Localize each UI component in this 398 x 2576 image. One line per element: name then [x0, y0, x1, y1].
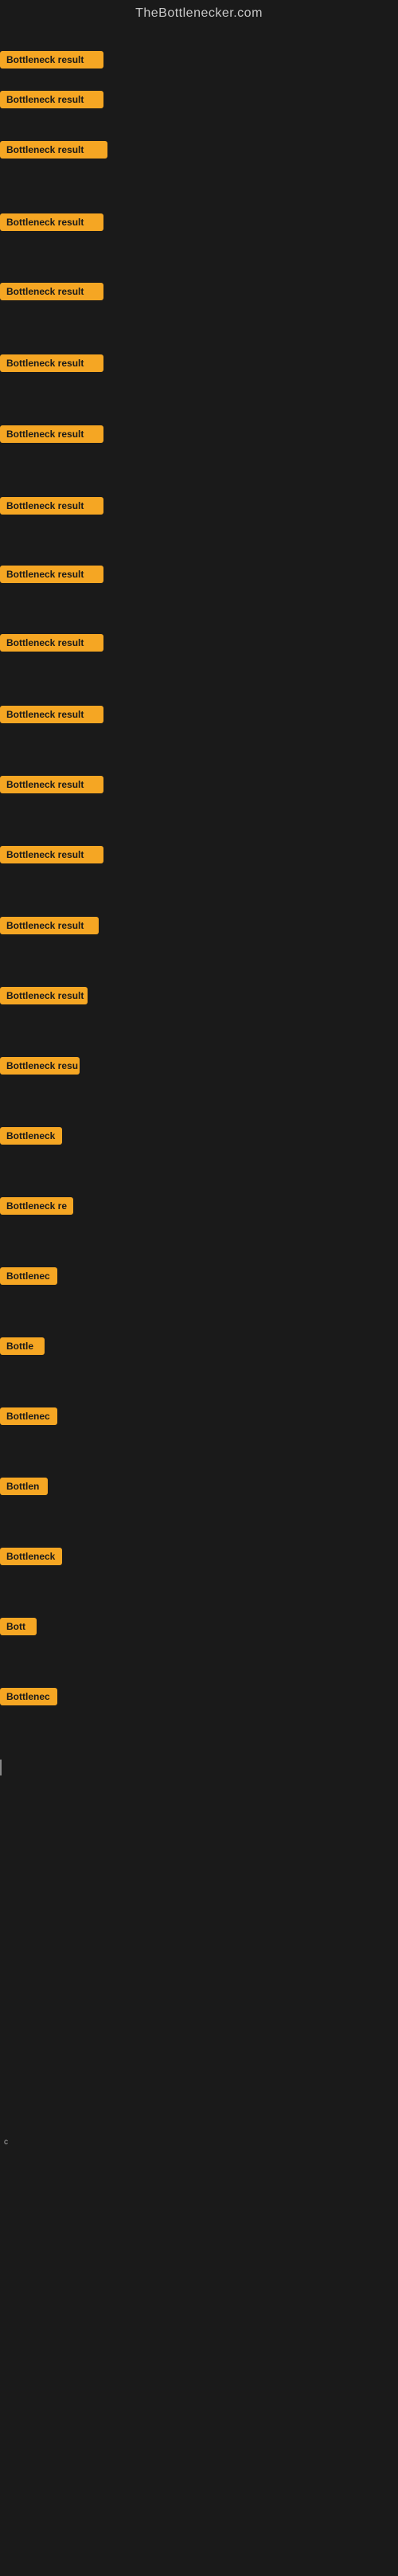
- bottleneck-badge[interactable]: Bottleneck result: [0, 51, 103, 69]
- bottleneck-row: Bottleneck result: [0, 354, 103, 372]
- bottleneck-badge[interactable]: Bottleneck result: [0, 141, 107, 159]
- bottleneck-badge[interactable]: Bottleneck: [0, 1127, 62, 1145]
- bottleneck-row: Bottleneck result: [0, 846, 103, 863]
- bottleneck-badge[interactable]: Bottleneck result: [0, 776, 103, 793]
- bottleneck-badge[interactable]: Bottleneck result: [0, 634, 103, 652]
- bottleneck-row: Bottleneck result: [0, 497, 103, 515]
- bottleneck-badge[interactable]: Bottlenec: [0, 1407, 57, 1425]
- bottleneck-badge[interactable]: Bottlenec: [0, 1267, 57, 1285]
- bottleneck-row: Bottlenec: [0, 1688, 57, 1705]
- bottleneck-badge[interactable]: Bottleneck result: [0, 354, 103, 372]
- bottleneck-row: Bottleneck result: [0, 51, 103, 69]
- bottleneck-row: Bottleneck re: [0, 1197, 73, 1215]
- bottleneck-row: Bottleneck result: [0, 776, 103, 793]
- bottleneck-badge[interactable]: Bottleneck result: [0, 213, 103, 231]
- bottleneck-row: Bottleneck result: [0, 566, 103, 583]
- bottleneck-badge[interactable]: Bottleneck result: [0, 91, 103, 108]
- bottleneck-row: Bottleneck result: [0, 283, 103, 300]
- bottleneck-row: Bottleneck result: [0, 141, 107, 159]
- bottleneck-badge[interactable]: Bottleneck re: [0, 1197, 73, 1215]
- bottleneck-badge[interactable]: Bottleneck result: [0, 917, 99, 934]
- bottleneck-row: Bottleneck result: [0, 706, 103, 723]
- bottleneck-badge[interactable]: Bottlen: [0, 1478, 48, 1495]
- bottleneck-row: Bottlenec: [0, 1267, 57, 1285]
- bottleneck-badge[interactable]: Bottleneck result: [0, 706, 103, 723]
- bottleneck-row: Bottleneck: [0, 1127, 62, 1145]
- bottleneck-row: Bott: [0, 1618, 37, 1635]
- bottleneck-row: Bottlenec: [0, 1407, 57, 1425]
- small-label: c: [4, 2138, 8, 2147]
- bottleneck-badge[interactable]: Bottleneck resu: [0, 1057, 80, 1075]
- site-title: TheBottlenecker.com: [0, 0, 398, 27]
- bottleneck-row: Bottleneck result: [0, 91, 103, 108]
- bottleneck-row: Bottlen: [0, 1478, 48, 1495]
- bottleneck-badge[interactable]: Bottleneck result: [0, 497, 103, 515]
- bottleneck-badge[interactable]: Bott: [0, 1618, 37, 1635]
- bottleneck-row: Bottleneck result: [0, 213, 103, 231]
- bottleneck-badge[interactable]: Bottleneck result: [0, 987, 88, 1004]
- text-cursor: [0, 1760, 2, 1775]
- bottleneck-row: Bottleneck: [0, 1548, 62, 1565]
- bottleneck-badge[interactable]: Bottleneck result: [0, 846, 103, 863]
- bottleneck-row: Bottleneck result: [0, 425, 103, 443]
- bottleneck-row: Bottleneck resu: [0, 1057, 80, 1075]
- bottleneck-badge[interactable]: Bottleneck: [0, 1548, 62, 1565]
- bottleneck-badge[interactable]: Bottleneck result: [0, 283, 103, 300]
- bottleneck-badge[interactable]: Bottlenec: [0, 1688, 57, 1705]
- bottleneck-row: Bottleneck result: [0, 917, 99, 934]
- bottleneck-row: Bottleneck result: [0, 987, 88, 1004]
- bottleneck-badge[interactable]: Bottleneck result: [0, 425, 103, 443]
- bottleneck-badge[interactable]: Bottleneck result: [0, 566, 103, 583]
- bottleneck-row: Bottle: [0, 1337, 45, 1355]
- bottleneck-badge[interactable]: Bottle: [0, 1337, 45, 1355]
- bottleneck-row: Bottleneck result: [0, 634, 103, 652]
